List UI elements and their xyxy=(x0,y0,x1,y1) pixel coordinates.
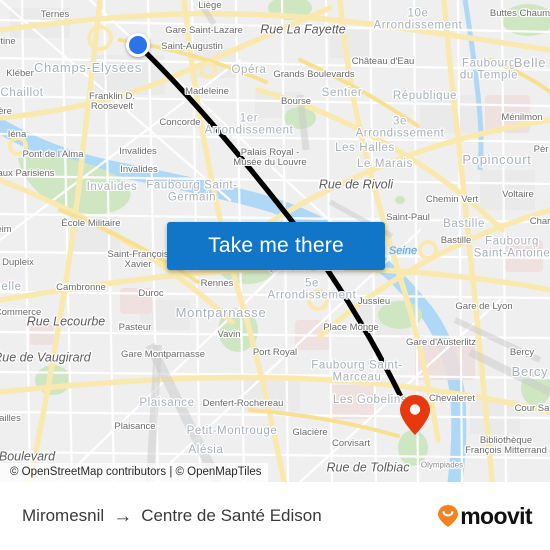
moovit-logo[interactable]: moovit xyxy=(437,502,533,530)
map-canvas[interactable]: .wroad { stroke:#ffffff; fill:none; stro… xyxy=(0,0,550,482)
moovit-pin-icon xyxy=(438,505,459,527)
origin-marker[interactable] xyxy=(126,33,150,57)
route-summary: Miromesnil → Centre de Santé Edison xyxy=(22,506,322,526)
footer-bar: Miromesnil → Centre de Santé Edison moov… xyxy=(0,482,550,550)
arrow-right-icon: → xyxy=(113,505,133,527)
take-me-there-button[interactable]: Take me there xyxy=(167,222,385,270)
map-pin-icon xyxy=(400,395,430,435)
moovit-route-screen: .wroad { stroke:#ffffff; fill:none; stro… xyxy=(0,0,550,550)
moovit-wordmark: moovit xyxy=(460,502,532,529)
map-attribution[interactable]: © OpenStreetMap contributors | © OpenMap… xyxy=(0,463,268,482)
route-destination-label: Centre de Santé Edison xyxy=(141,506,322,525)
destination-marker[interactable] xyxy=(400,395,430,440)
route-origin-label: Miromesnil xyxy=(22,506,105,525)
